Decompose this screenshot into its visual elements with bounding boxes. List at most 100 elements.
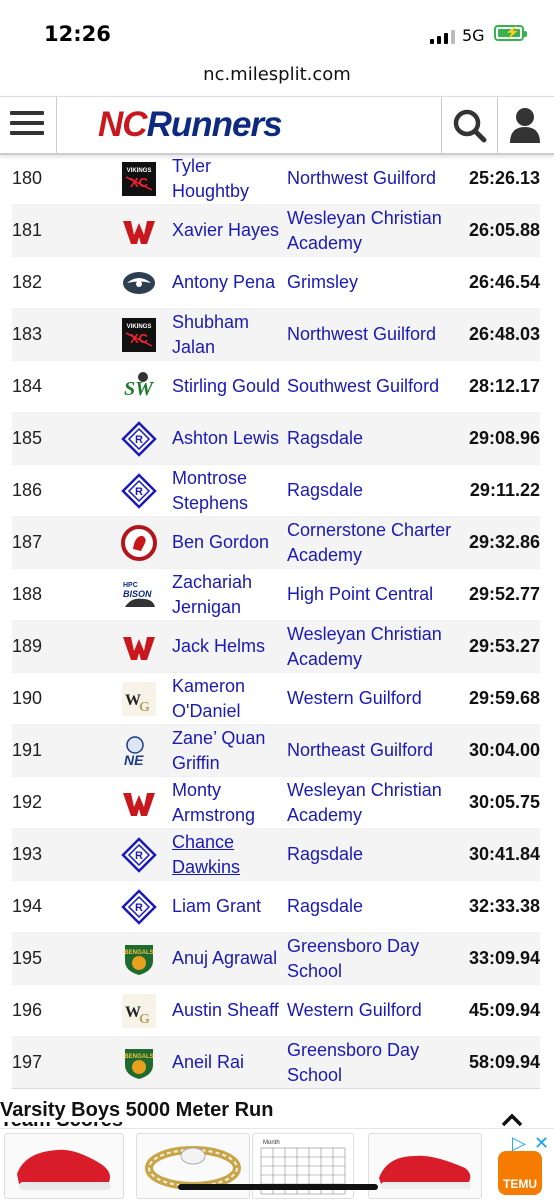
school-name-link[interactable]: Ragsdale: [287, 465, 467, 516]
table-row: 182 Antony Pena Grimsley 26:46.54: [12, 256, 540, 308]
finish-time: 58:09.94: [468, 1052, 540, 1072]
team-logo-icon[interactable]: WG: [120, 680, 158, 718]
signal-icon: [430, 28, 455, 44]
school-name-link[interactable]: High Point Central: [287, 569, 467, 620]
svg-text:BISON: BISON: [123, 589, 152, 599]
finish-time: 26:05.88: [468, 220, 540, 240]
team-logo-icon[interactable]: [120, 264, 158, 302]
place-number: 195: [12, 948, 43, 968]
network-label: 5G: [462, 26, 485, 45]
results-table: 180 VIKINGS XC Tyler Houghtby Northwest Guil…: [12, 152, 540, 1089]
athlete-name-link[interactable]: Ben Gordon: [172, 517, 282, 568]
finish-time: 32:33.38: [468, 896, 540, 916]
finish-time: 33:09.94: [468, 948, 540, 968]
svg-text:VIKINGS: VIKINGS: [127, 168, 152, 174]
team-logo-icon[interactable]: [120, 524, 158, 562]
school-name-link[interactable]: Western Guilford: [287, 673, 467, 724]
athlete-name-link[interactable]: Kameron O'Daniel: [172, 673, 282, 724]
athlete-name-link[interactable]: Antony Pena: [172, 257, 282, 308]
team-logo-icon[interactable]: R: [120, 420, 158, 458]
team-logo-icon[interactable]: R: [120, 472, 158, 510]
place-number: 184: [12, 376, 43, 396]
athlete-name-link[interactable]: Anuj Agrawal: [172, 933, 282, 984]
finish-time: 29:11.22: [469, 480, 540, 500]
school-name-link[interactable]: Greensboro Day School: [287, 933, 467, 984]
team-logo-icon[interactable]: [120, 212, 158, 250]
table-row: 197 BENGALS Aneil Rai Greensboro Day School…: [12, 1036, 540, 1088]
team-logo-icon[interactable]: [120, 628, 158, 666]
school-name-link[interactable]: Northeast Guilford: [287, 725, 467, 776]
finish-time: 30:04.00: [468, 740, 540, 760]
school-name-link[interactable]: Wesleyan Christian Academy: [287, 777, 467, 828]
team-logo-icon[interactable]: R: [120, 836, 158, 874]
table-row: 191 NE Zane’ Quan Griffin Northeast Guilfor…: [12, 724, 540, 776]
athlete-name-link[interactable]: Aneil Rai: [172, 1037, 282, 1088]
athlete-name-link[interactable]: Chance Dawkins: [172, 829, 282, 880]
athlete-name-link[interactable]: Ashton Lewis: [172, 413, 282, 464]
athlete-name-link[interactable]: Stirling Gould: [172, 361, 282, 412]
school-name-link[interactable]: Grimsley: [287, 257, 467, 308]
finish-time: 26:46.54: [468, 272, 540, 292]
athlete-name-link[interactable]: Tyler Houghtby: [172, 153, 282, 204]
athlete-name-link[interactable]: Liam Grant: [172, 881, 282, 932]
logo-nc: NC: [98, 105, 148, 144]
athlete-name-link[interactable]: Jack Helms: [172, 621, 282, 672]
collapse-caret-icon[interactable]: [500, 1112, 524, 1128]
url-bar[interactable]: nc.milesplit.com: [0, 64, 554, 96]
svg-text:SW: SW: [124, 378, 154, 400]
school-name-link[interactable]: Ragsdale: [287, 881, 467, 932]
team-logo-icon[interactable]: NE: [120, 732, 158, 770]
school-name-link[interactable]: Ragsdale: [287, 413, 467, 464]
table-row: 195 BENGALS Anuj Agrawal Greensboro Day Sch…: [12, 932, 540, 984]
place-number: 186: [12, 480, 43, 500]
team-logo-icon[interactable]: SW: [120, 368, 158, 406]
school-name-link[interactable]: Wesleyan Christian Academy: [287, 621, 467, 672]
athlete-name-link[interactable]: Austin Sheaff: [172, 985, 282, 1036]
school-name-link[interactable]: Greensboro Day School: [287, 1037, 467, 1088]
team-logo-icon[interactable]: VIKINGS XC: [120, 316, 158, 354]
place-number: 190: [12, 688, 43, 708]
team-logo-icon[interactable]: BENGALS: [120, 940, 158, 978]
team-logo-icon[interactable]: BENGALS: [120, 1044, 158, 1082]
finish-time: 29:08.96: [468, 428, 540, 448]
team-logo-icon[interactable]: R: [120, 888, 158, 926]
red-shoe-ad[interactable]: [4, 1133, 124, 1199]
team-logo-icon[interactable]: HPC BISON: [120, 576, 158, 614]
team-logo-icon[interactable]: VIKINGS XC: [120, 160, 158, 198]
svg-text:BENGALS: BENGALS: [124, 950, 153, 956]
athlete-name-link[interactable]: Zachariah Jernigan: [172, 569, 282, 620]
finish-time: 30:41.84: [468, 844, 540, 864]
site-logo[interactable]: NCRunners: [98, 105, 283, 145]
temu-logo[interactable]: TEMU: [498, 1151, 542, 1195]
table-row: 186 R Montrose Stephens Ragsdale 29:11.22: [12, 464, 540, 516]
svg-text:R: R: [135, 486, 143, 498]
red-sneaker-ad[interactable]: [368, 1133, 482, 1199]
finish-time: 29:32.86: [468, 532, 540, 552]
athlete-name-link[interactable]: Zane’ Quan Griffin: [172, 725, 282, 776]
team-logo-icon[interactable]: [120, 784, 158, 822]
ad-banner[interactable]: Month ▷ ✕ TEMU: [0, 1128, 554, 1201]
table-row: 194 R Liam Grant Ragsdale 32:33.38: [12, 880, 540, 932]
school-name-link[interactable]: Northwest Guilford: [287, 309, 467, 360]
user-account-icon[interactable]: [502, 103, 552, 147]
menu-icon[interactable]: [10, 111, 44, 139]
athlete-name-link[interactable]: Monty Armstrong: [172, 777, 282, 828]
school-name-link[interactable]: Western Guilford: [287, 985, 467, 1036]
school-name-link[interactable]: Wesleyan Christian Academy: [287, 205, 467, 256]
place-number: 183: [12, 324, 43, 344]
school-name-link[interactable]: Northwest Guilford: [287, 153, 467, 204]
search-icon[interactable]: [445, 103, 495, 147]
team-logo-icon[interactable]: WG: [120, 992, 158, 1030]
place-number: 191: [12, 740, 43, 760]
school-name-link[interactable]: Ragsdale: [287, 829, 467, 880]
school-name-link[interactable]: Cornerstone Charter Academy: [287, 517, 467, 568]
place-number: 182: [12, 272, 43, 292]
athlete-name-link[interactable]: Shubham Jalan: [172, 309, 282, 360]
school-name-link[interactable]: Southwest Guilford: [287, 361, 467, 412]
home-indicator[interactable]: [178, 1184, 378, 1190]
status-time: 12:26: [44, 22, 111, 46]
finish-time: 30:05.75: [468, 792, 540, 812]
athlete-name-link[interactable]: Xavier Hayes: [172, 205, 282, 256]
finish-time: 26:48.03: [468, 324, 540, 344]
athlete-name-link[interactable]: Montrose Stephens: [172, 465, 282, 516]
